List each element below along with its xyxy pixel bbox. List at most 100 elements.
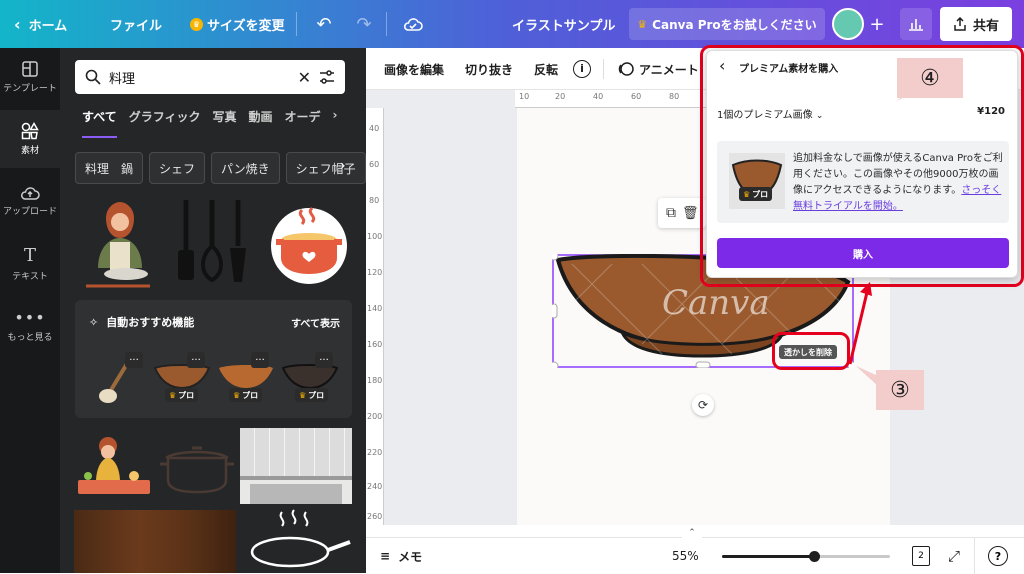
more-options-button[interactable]: ··· bbox=[315, 352, 333, 368]
ruler-tick: 60 bbox=[369, 160, 380, 169]
ruler-tick: 140 bbox=[367, 304, 383, 313]
rail-label: 素材 bbox=[20, 146, 39, 156]
ruler-tick: 40 bbox=[369, 124, 380, 133]
divider bbox=[603, 59, 604, 79]
chip[interactable]: パン焼き bbox=[211, 152, 280, 184]
file-menu[interactable]: ファイル bbox=[110, 0, 162, 48]
elements-icon bbox=[21, 122, 39, 140]
help-icon[interactable]: ? bbox=[988, 546, 1008, 566]
rail-label: もっと見る bbox=[7, 332, 53, 343]
document-title[interactable]: イラストサンプル bbox=[512, 0, 615, 48]
cooking-lady-graphic[interactable] bbox=[74, 432, 154, 500]
avatar[interactable] bbox=[832, 8, 864, 40]
tab-all[interactable]: すべて bbox=[82, 108, 117, 138]
pro-label: プロ bbox=[752, 189, 769, 199]
pro-promo-card: ♛ プロ 追加料金なしで画像が使えるCanva Proをご利用ください。この画像や… bbox=[717, 141, 1009, 223]
frying-pan-sketch-graphic[interactable] bbox=[246, 508, 352, 573]
page-count-button[interactable]: 2 bbox=[912, 546, 930, 566]
see-all-link[interactable]: すべて表示 bbox=[291, 315, 340, 330]
wood-texture-photo[interactable] bbox=[74, 510, 236, 573]
premium-item-dropdown[interactable]: 1個のプレミアム画像 ⌄ bbox=[717, 106, 823, 121]
pot-outline-graphic[interactable] bbox=[158, 440, 236, 496]
zoom-slider-thumb[interactable] bbox=[809, 551, 821, 562]
ruler-tick: 100 bbox=[367, 232, 383, 241]
undo-icon[interactable]: ↶ bbox=[310, 8, 338, 40]
fullscreen-icon[interactable]: ⤢ bbox=[948, 538, 960, 574]
chip[interactable]: シェフ bbox=[149, 152, 206, 184]
more-options-button[interactable]: ··· bbox=[125, 352, 143, 368]
suggestion-chips: 料理 鍋 シェフ パン焼き シェフ帽子 bbox=[75, 152, 366, 184]
flip-button[interactable]: 反転 bbox=[534, 48, 558, 90]
rotate-icon[interactable]: ⟳ bbox=[692, 394, 714, 416]
cooking-utensils-graphic[interactable] bbox=[168, 196, 258, 292]
callout-pointer bbox=[856, 366, 878, 386]
divider bbox=[386, 12, 387, 36]
info-icon[interactable]: i bbox=[573, 48, 591, 90]
ruler-tick: 10 bbox=[519, 92, 530, 101]
back-icon[interactable]: ‹ bbox=[719, 56, 725, 75]
duplicate-icon[interactable]: ⧉ bbox=[666, 205, 676, 221]
animate-label: アニメート bbox=[639, 62, 699, 77]
callout-label-3: ③ bbox=[876, 370, 924, 410]
rail-item-templates[interactable]: テンプレート bbox=[0, 48, 60, 106]
side-rail: テンプレート 素材 アップロード T テキスト ••• もっと見る bbox=[0, 48, 60, 573]
redo-icon[interactable]: ↷ bbox=[350, 8, 378, 40]
crown-icon: ♛ bbox=[190, 17, 203, 31]
premium-item-label: 1個のプレミアム画像 bbox=[717, 110, 813, 121]
tab-graphics[interactable]: グラフィック bbox=[129, 108, 201, 138]
try-pro-button[interactable]: ♛ Canva Proをお試しください bbox=[629, 8, 825, 40]
animate-button[interactable]: アニメート bbox=[618, 48, 699, 90]
shelf bbox=[240, 476, 352, 480]
more-options-button[interactable]: ··· bbox=[251, 352, 269, 368]
counter bbox=[250, 484, 342, 504]
chip[interactable]: 料理 鍋 bbox=[75, 152, 144, 184]
callout-pointer bbox=[895, 86, 925, 102]
page-count: 2 bbox=[918, 551, 924, 561]
clear-icon[interactable]: ✕ bbox=[298, 68, 311, 87]
search-icon bbox=[85, 69, 101, 85]
zoom-value[interactable]: 55% bbox=[672, 538, 699, 574]
sparkle-icon: ✧ bbox=[89, 315, 99, 329]
edit-image-button[interactable]: 画像を編集 bbox=[384, 48, 444, 90]
buy-button[interactable]: 購入 bbox=[717, 238, 1009, 268]
kitchen-photo[interactable] bbox=[240, 428, 352, 504]
cooking-pot-sticker-graphic[interactable] bbox=[266, 204, 352, 284]
chevron-right-icon[interactable]: › bbox=[340, 158, 346, 174]
rail-item-more[interactable]: ••• もっと見る bbox=[0, 296, 60, 354]
add-member-button[interactable]: + bbox=[866, 10, 888, 38]
rail-item-text[interactable]: T テキスト bbox=[0, 234, 60, 292]
zoom-slider-fill bbox=[722, 555, 815, 558]
auto-recommendation-title: 自動おすすめ機能 bbox=[106, 316, 195, 329]
tab-photos[interactable]: 写真 bbox=[212, 108, 236, 138]
pro-badge: ♛ プロ bbox=[165, 388, 199, 402]
pro-badge: ♛ プロ bbox=[295, 388, 329, 402]
crown-icon: ♛ bbox=[743, 189, 751, 199]
template-icon bbox=[22, 61, 38, 77]
notes-button[interactable]: ≡ メモ bbox=[380, 538, 422, 574]
chevron-down-icon: ⌄ bbox=[815, 111, 824, 121]
chevron-left-icon: ‹ bbox=[14, 14, 21, 34]
chevron-right-icon[interactable]: › bbox=[333, 108, 338, 138]
search-box[interactable]: 料理 ✕ bbox=[75, 60, 345, 94]
home-button[interactable]: ‹ ホーム bbox=[14, 0, 67, 48]
resize-button[interactable]: ♛ サイズを変更 bbox=[190, 0, 285, 48]
rail-item-elements[interactable]: 素材 bbox=[0, 110, 60, 168]
rail-item-uploads[interactable]: アップロード bbox=[0, 172, 60, 230]
ruler-tick: 120 bbox=[367, 268, 383, 277]
ruler-vertical: 40 60 80 100 120 140 160 180 200 220 240… bbox=[366, 108, 384, 525]
chip[interactable]: シェフ帽子 bbox=[285, 152, 366, 184]
crop-button[interactable]: 切り抜き bbox=[465, 48, 513, 90]
share-button[interactable]: 共有 bbox=[940, 7, 1012, 41]
cloud-saved-icon[interactable] bbox=[398, 8, 428, 40]
chef-woman-graphic[interactable] bbox=[78, 198, 158, 294]
search-input[interactable]: 料理 bbox=[109, 68, 290, 87]
insights-icon[interactable] bbox=[900, 8, 932, 40]
upload-icon bbox=[21, 187, 40, 200]
more-options-button[interactable]: ··· bbox=[187, 352, 205, 368]
filter-icon[interactable] bbox=[319, 70, 335, 84]
tab-audio[interactable]: オーデ bbox=[284, 108, 320, 138]
delete-icon[interactable]: 🗑 bbox=[682, 206, 699, 221]
tab-videos[interactable]: 動画 bbox=[248, 108, 272, 138]
annotation-arrow bbox=[848, 282, 872, 365]
zoom-slider[interactable] bbox=[722, 551, 890, 562]
